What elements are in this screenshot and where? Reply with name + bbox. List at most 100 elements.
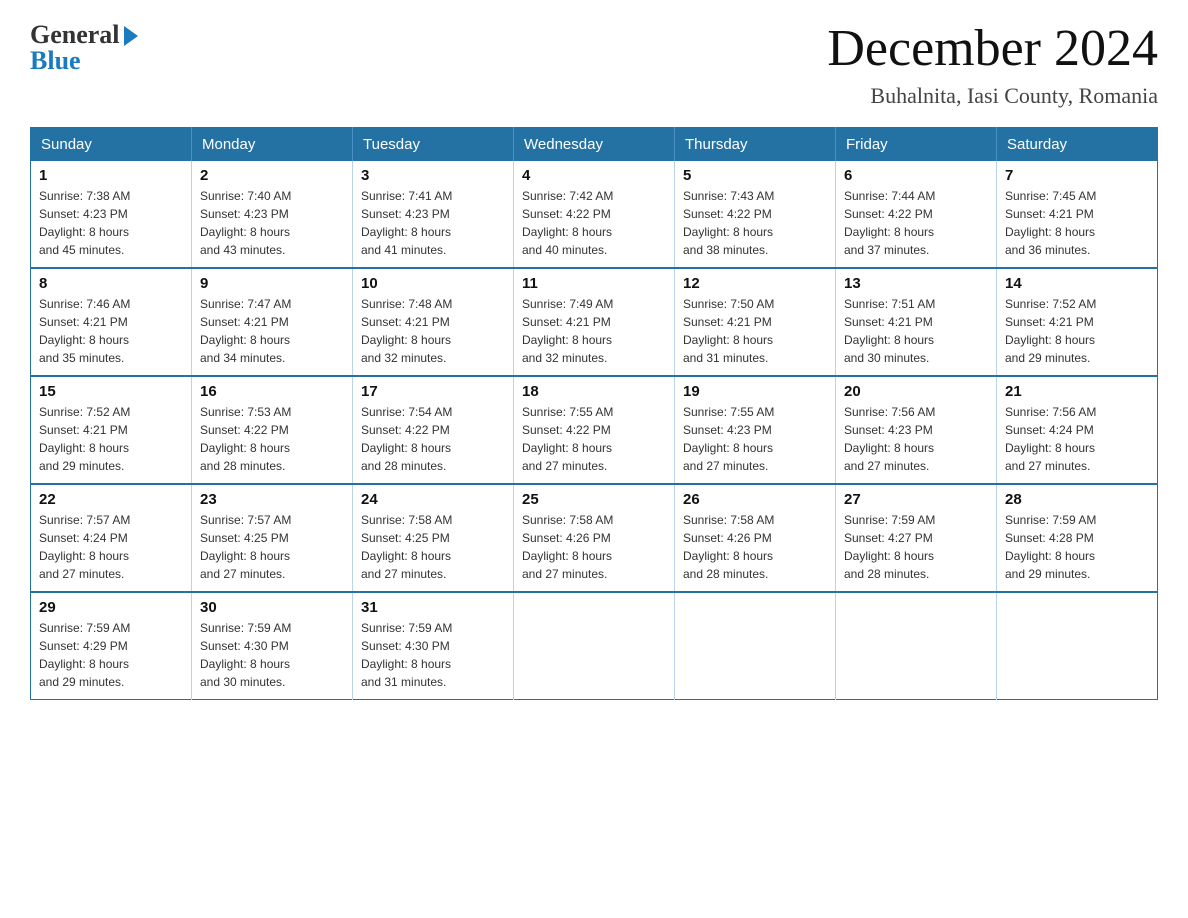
table-row: 23 Sunrise: 7:57 AMSunset: 4:25 PMDayligh… (192, 484, 353, 592)
col-friday: Friday (836, 128, 997, 162)
table-row: 29 Sunrise: 7:59 AMSunset: 4:29 PMDayligh… (31, 592, 192, 700)
day-number: 13 (844, 275, 988, 292)
table-row: 6Sunrise: 7:44 AMSunset: 4:22 PMDaylight… (836, 161, 997, 268)
day-info: Sunrise: 7:43 AMSunset: 4:22 PMDaylight:… (683, 187, 827, 259)
day-number: 2 (200, 167, 344, 184)
day-info: Sunrise: 7:56 AMSunset: 4:23 PMDaylight:… (844, 403, 988, 475)
day-info: Sunrise: 7:52 AMSunset: 4:21 PMDaylight:… (39, 403, 183, 475)
day-info: Sunrise: 7:50 AMSunset: 4:21 PMDaylight:… (683, 295, 827, 367)
location-subtitle: Buhalnita, Iasi County, Romania (827, 83, 1158, 109)
day-number: 15 (39, 383, 183, 400)
table-row: 4Sunrise: 7:42 AMSunset: 4:22 PMDaylight… (514, 161, 675, 268)
table-row: 7 Sunrise: 7:45 AMSunset: 4:21 PMDaylight… (997, 161, 1158, 268)
day-number: 8 (39, 275, 183, 292)
day-info: Sunrise: 7:59 AMSunset: 4:30 PMDaylight:… (361, 619, 505, 691)
day-info: Sunrise: 7:55 AMSunset: 4:23 PMDaylight:… (683, 403, 827, 475)
table-row: 15 Sunrise: 7:52 AMSunset: 4:21 PMDayligh… (31, 376, 192, 484)
day-number: 16 (200, 383, 344, 400)
logo: General Blue (30, 20, 138, 76)
day-number: 18 (522, 383, 666, 400)
col-monday: Monday (192, 128, 353, 162)
day-number: 1 (39, 167, 183, 184)
day-number: 9 (200, 275, 344, 292)
calendar-week-row: 1Sunrise: 7:38 AMSunset: 4:23 PMDaylight… (31, 161, 1158, 268)
calendar-week-row: 29 Sunrise: 7:59 AMSunset: 4:29 PMDayligh… (31, 592, 1158, 700)
table-row: 26Sunrise: 7:58 AMSunset: 4:26 PMDayligh… (675, 484, 836, 592)
day-info: Sunrise: 7:59 AMSunset: 4:28 PMDaylight:… (1005, 511, 1149, 583)
calendar-table: Sunday Monday Tuesday Wednesday Thursday… (30, 127, 1158, 700)
col-wednesday: Wednesday (514, 128, 675, 162)
table-row: 19 Sunrise: 7:55 AMSunset: 4:23 PMDayligh… (675, 376, 836, 484)
day-info: Sunrise: 7:48 AMSunset: 4:21 PMDaylight:… (361, 295, 505, 367)
table-row: 1Sunrise: 7:38 AMSunset: 4:23 PMDaylight… (31, 161, 192, 268)
day-info: Sunrise: 7:49 AMSunset: 4:21 PMDaylight:… (522, 295, 666, 367)
day-number: 28 (1005, 491, 1149, 508)
day-info: Sunrise: 7:41 AMSunset: 4:23 PMDaylight:… (361, 187, 505, 259)
table-row: 8 Sunrise: 7:46 AMSunset: 4:21 PMDaylight… (31, 268, 192, 376)
table-row: 16 Sunrise: 7:53 AMSunset: 4:22 PMDayligh… (192, 376, 353, 484)
day-number: 25 (522, 491, 666, 508)
table-row: 25 Sunrise: 7:58 AMSunset: 4:26 PMDayligh… (514, 484, 675, 592)
day-number: 19 (683, 383, 827, 400)
day-info: Sunrise: 7:45 AMSunset: 4:21 PMDaylight:… (1005, 187, 1149, 259)
day-number: 23 (200, 491, 344, 508)
table-row: 3 Sunrise: 7:41 AMSunset: 4:23 PMDaylight… (353, 161, 514, 268)
table-row: 11Sunrise: 7:49 AMSunset: 4:21 PMDayligh… (514, 268, 675, 376)
calendar-week-row: 8 Sunrise: 7:46 AMSunset: 4:21 PMDaylight… (31, 268, 1158, 376)
table-row: 21 Sunrise: 7:56 AMSunset: 4:24 PMDayligh… (997, 376, 1158, 484)
day-info: Sunrise: 7:53 AMSunset: 4:22 PMDaylight:… (200, 403, 344, 475)
logo-blue-text: Blue (30, 46, 81, 76)
table-row: 30Sunrise: 7:59 AMSunset: 4:30 PMDayligh… (192, 592, 353, 700)
day-number: 10 (361, 275, 505, 292)
day-number: 17 (361, 383, 505, 400)
title-section: December 2024 Buhalnita, Iasi County, Ro… (827, 20, 1158, 109)
day-info: Sunrise: 7:44 AMSunset: 4:22 PMDaylight:… (844, 187, 988, 259)
day-info: Sunrise: 7:57 AMSunset: 4:25 PMDaylight:… (200, 511, 344, 583)
day-info: Sunrise: 7:58 AMSunset: 4:26 PMDaylight:… (683, 511, 827, 583)
day-number: 22 (39, 491, 183, 508)
day-info: Sunrise: 7:47 AMSunset: 4:21 PMDaylight:… (200, 295, 344, 367)
calendar-week-row: 22 Sunrise: 7:57 AMSunset: 4:24 PMDayligh… (31, 484, 1158, 592)
table-row: 17 Sunrise: 7:54 AMSunset: 4:22 PMDayligh… (353, 376, 514, 484)
logo-arrow-icon (124, 26, 138, 46)
table-row (514, 592, 675, 700)
col-tuesday: Tuesday (353, 128, 514, 162)
table-row: 12 Sunrise: 7:50 AMSunset: 4:21 PMDayligh… (675, 268, 836, 376)
day-info: Sunrise: 7:52 AMSunset: 4:21 PMDaylight:… (1005, 295, 1149, 367)
page-header: General Blue December 2024 Buhalnita, Ia… (30, 20, 1158, 109)
day-number: 7 (1005, 167, 1149, 184)
col-sunday: Sunday (31, 128, 192, 162)
day-info: Sunrise: 7:56 AMSunset: 4:24 PMDaylight:… (1005, 403, 1149, 475)
table-row: 9 Sunrise: 7:47 AMSunset: 4:21 PMDaylight… (192, 268, 353, 376)
table-row (836, 592, 997, 700)
table-row: 2 Sunrise: 7:40 AMSunset: 4:23 PMDaylight… (192, 161, 353, 268)
table-row: 31Sunrise: 7:59 AMSunset: 4:30 PMDayligh… (353, 592, 514, 700)
day-info: Sunrise: 7:40 AMSunset: 4:23 PMDaylight:… (200, 187, 344, 259)
day-number: 24 (361, 491, 505, 508)
day-number: 14 (1005, 275, 1149, 292)
day-number: 5 (683, 167, 827, 184)
day-number: 29 (39, 599, 183, 616)
table-row: 18 Sunrise: 7:55 AMSunset: 4:22 PMDayligh… (514, 376, 675, 484)
day-info: Sunrise: 7:57 AMSunset: 4:24 PMDaylight:… (39, 511, 183, 583)
day-info: Sunrise: 7:55 AMSunset: 4:22 PMDaylight:… (522, 403, 666, 475)
day-info: Sunrise: 7:54 AMSunset: 4:22 PMDaylight:… (361, 403, 505, 475)
day-number: 21 (1005, 383, 1149, 400)
day-number: 4 (522, 167, 666, 184)
day-number: 20 (844, 383, 988, 400)
col-saturday: Saturday (997, 128, 1158, 162)
day-number: 3 (361, 167, 505, 184)
day-info: Sunrise: 7:46 AMSunset: 4:21 PMDaylight:… (39, 295, 183, 367)
table-row: 24 Sunrise: 7:58 AMSunset: 4:25 PMDayligh… (353, 484, 514, 592)
day-info: Sunrise: 7:58 AMSunset: 4:25 PMDaylight:… (361, 511, 505, 583)
table-row (675, 592, 836, 700)
day-info: Sunrise: 7:58 AMSunset: 4:26 PMDaylight:… (522, 511, 666, 583)
table-row: 22 Sunrise: 7:57 AMSunset: 4:24 PMDayligh… (31, 484, 192, 592)
day-info: Sunrise: 7:51 AMSunset: 4:21 PMDaylight:… (844, 295, 988, 367)
table-row: 28 Sunrise: 7:59 AMSunset: 4:28 PMDayligh… (997, 484, 1158, 592)
day-number: 12 (683, 275, 827, 292)
table-row: 14 Sunrise: 7:52 AMSunset: 4:21 PMDayligh… (997, 268, 1158, 376)
table-row: 13 Sunrise: 7:51 AMSunset: 4:21 PMDayligh… (836, 268, 997, 376)
day-number: 27 (844, 491, 988, 508)
day-info: Sunrise: 7:59 AMSunset: 4:29 PMDaylight:… (39, 619, 183, 691)
